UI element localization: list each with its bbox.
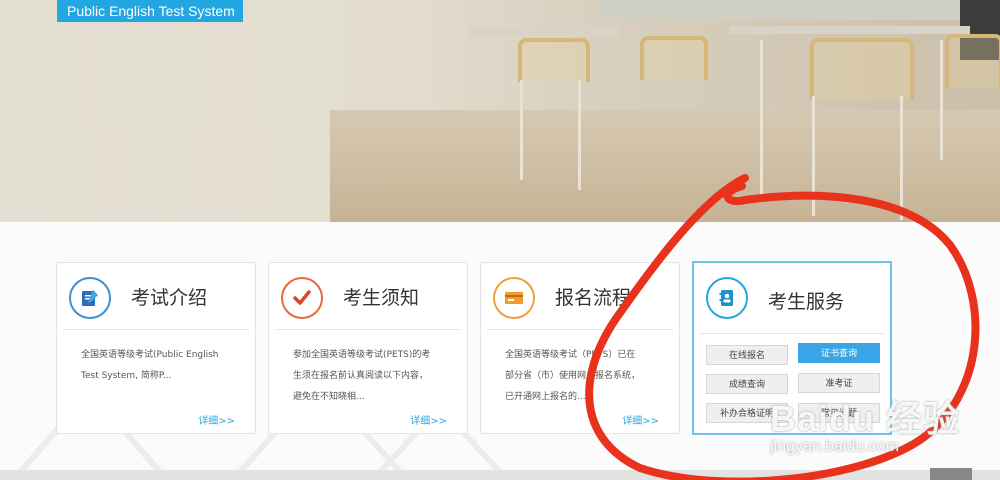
card-title: 考生服务 [768,291,845,313]
divider [487,329,673,330]
card-candidate-notice[interactable]: 考生须知 参加全国英语等级考试(PETS)的考 生须在报名前认真阅读以下内容， … [268,262,468,434]
card-registration-process[interactable]: 报名流程 全国英语等级考试（PETS）已在 部分省（市）使用网上报名系统， 已开… [480,262,680,434]
details-link[interactable]: 详细>> [410,412,447,427]
details-link[interactable]: 详细>> [622,412,659,427]
scroll-corner [930,468,972,480]
card-description: 全国英语等级考试（PETS）已在 部分省（市）使用网上报名系统， 已开通网上报名… [505,345,663,408]
desc-line: Test System, 简称P... [81,371,172,381]
desc-line: 已开通网上报名的... [505,392,586,402]
desk [730,26,970,34]
details-link[interactable]: 详细>> [198,412,235,427]
chair [640,36,708,80]
divider [700,333,884,334]
chair [945,34,1000,88]
card-title: 考试介绍 [131,287,208,309]
site-title-badge: Public English Test System [57,0,243,22]
card-description: 参加全国英语等级考试(PETS)的考 生须在报名前认真阅读以下内容， 避免在不知… [293,345,451,408]
card-title: 报名流程 [555,287,632,309]
certificate-query-button[interactable]: 证书查询 [798,343,880,363]
chair-leg [940,40,943,160]
chair-leg [812,96,815,216]
card-exam-intro[interactable]: 考试介绍 全国英语等级考试(Public English Test System… [56,262,256,434]
card-title: 考生须知 [343,287,420,309]
desc-line: 全国英语等级考试(Public English [81,350,219,360]
contact-book-icon [706,277,748,319]
hero-banner [0,0,1000,222]
desc-line: 生须在报名前认真阅读以下内容， [293,371,429,381]
footer-bar [0,470,1000,480]
registration-card-icon [493,277,535,319]
baidu-watermark: Baidu 经验 jingyan.baidu.com [770,390,960,456]
checkmark-icon [281,277,323,319]
desc-line: 部分省（市）使用网上报名系统， [505,371,641,381]
card-description: 全国英语等级考试(Public English Test System, 简称P… [81,345,239,387]
divider [63,329,249,330]
chair-leg [578,80,581,190]
chair [810,38,914,100]
blackboard [600,0,960,20]
chair-leg [520,80,523,180]
desc-line: 避免在不知晓相... [293,392,365,402]
desc-line: 参加全国英语等级考试(PETS)的考 [293,350,431,360]
chair-leg [760,40,763,200]
desc-line: 全国英语等级考试（PETS）已在 [505,350,636,360]
online-registration-button[interactable]: 在线报名 [706,345,788,365]
divider [275,329,461,330]
chair [518,38,590,82]
watermark-logo: Baidu 经验 [770,398,961,439]
desk [470,28,620,36]
exam-intro-icon [69,277,111,319]
chair-leg [900,96,903,220]
